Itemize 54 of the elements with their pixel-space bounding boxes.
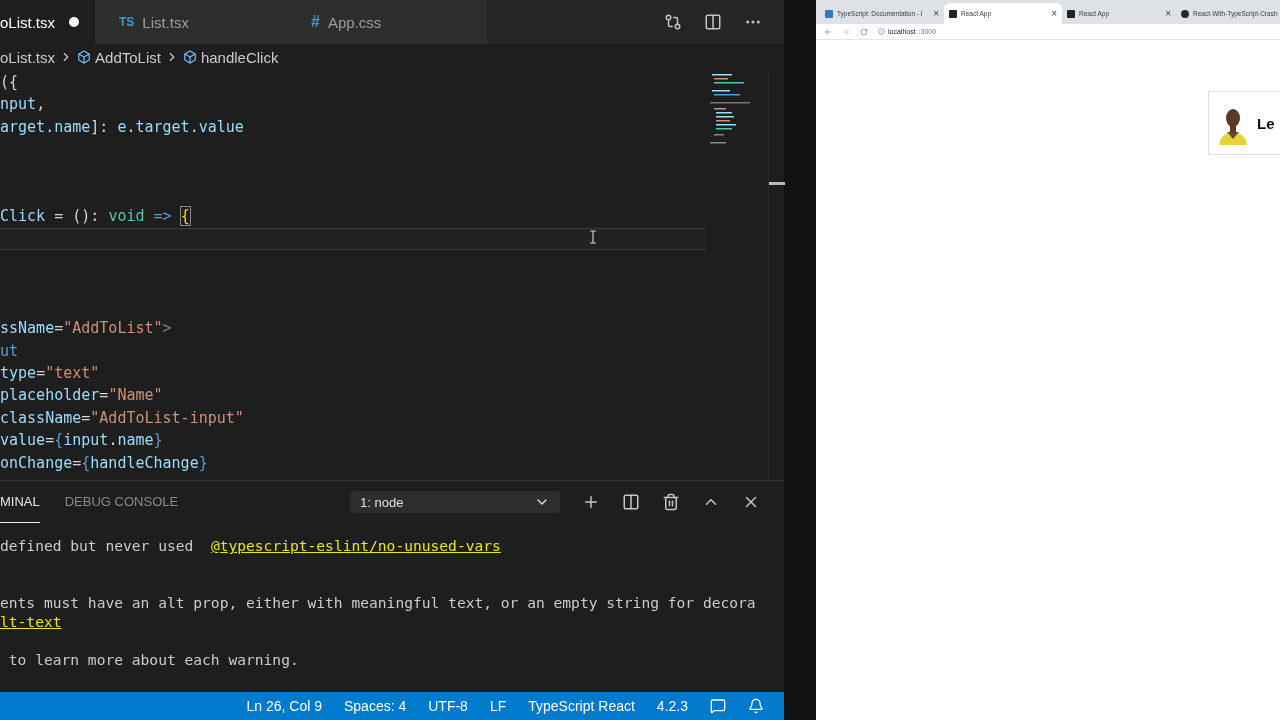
- feedback-icon[interactable]: [710, 698, 726, 714]
- code-line: ({: [0, 72, 20, 93]
- breadcrumb[interactable]: AddToList: [95, 48, 161, 66]
- code-line: placeholder="Name": [0, 385, 164, 407]
- text-cursor-icon: [589, 230, 597, 244]
- split-editor-icon[interactable]: [704, 13, 722, 31]
- split-terminal-icon[interactable]: [622, 493, 640, 511]
- info-icon: [878, 28, 885, 35]
- breadcrumb[interactable]: oList.tsx: [0, 48, 56, 66]
- bell-icon[interactable]: [748, 698, 764, 714]
- cube-icon: [77, 50, 92, 64]
- favicon-icon: [825, 9, 833, 18]
- rule-link[interactable]: lt-text: [0, 613, 62, 630]
- reload-icon[interactable]: [860, 27, 868, 36]
- scrollbar-thumb[interactable]: [769, 182, 785, 185]
- status-item[interactable]: TypeScript React: [528, 698, 635, 714]
- favicon-icon: [949, 9, 957, 18]
- code-line: Click = (): void => {: [0, 206, 191, 228]
- editor-tab[interactable]: oList.tsx: [0, 0, 95, 44]
- code-line: ut: [0, 340, 20, 362]
- favicon-icon: [1181, 9, 1189, 18]
- code-line: arget.name]: e.target.value: [0, 116, 245, 138]
- terminal-text: defined but never used: [0, 537, 195, 554]
- file-type-icon: TS: [119, 15, 135, 29]
- code-line: value={input.name}: [0, 430, 164, 452]
- panel-tab[interactable]: MINAL: [0, 481, 40, 523]
- terminal-text: to learn more about each warning.: [7, 651, 299, 668]
- rule-link[interactable]: @typescript-eslint/no-unused-vars: [210, 537, 501, 554]
- code-line: nput,: [0, 94, 47, 116]
- terminal-select[interactable]: 1: node: [350, 491, 560, 513]
- tab-close-button[interactable]: ×: [933, 8, 939, 19]
- favicon-icon: [1067, 9, 1075, 18]
- tab-close-button[interactable]: ×: [1051, 8, 1057, 19]
- code-line: type="text": [0, 363, 101, 385]
- tab-close-button[interactable]: ×: [1165, 8, 1171, 19]
- terminal-text: ents must have an alt prop, either with meaningful text, or an empty string for decora: [0, 594, 756, 611]
- code-line: onChange={handleChange}: [0, 452, 209, 474]
- status-item[interactable]: Spaces: 4: [343, 698, 407, 714]
- person-name: Le: [1257, 114, 1275, 132]
- status-item[interactable]: UTF-8: [428, 698, 468, 714]
- editor-tab[interactable]: TS List.tsx: [95, 0, 287, 44]
- status-item[interactable]: Ln 26, Col 9: [246, 698, 322, 714]
- trash-icon[interactable]: [662, 493, 680, 511]
- code-line: ssName="AddToList">: [0, 318, 173, 340]
- breadcrumb[interactable]: handleClick: [200, 48, 279, 66]
- code-line: className="AddToList-input": [0, 407, 245, 429]
- panel-tab[interactable]: DEBUG CONSOLE: [64, 481, 179, 523]
- plus-icon[interactable]: [582, 493, 600, 511]
- editor-tab[interactable]: # App.css: [287, 0, 487, 44]
- cube-icon: [182, 50, 197, 64]
- status-item[interactable]: 4.2.3: [656, 698, 688, 714]
- compare-icon[interactable]: [664, 13, 682, 31]
- status-item[interactable]: LF: [489, 698, 507, 714]
- file-type-icon: #: [311, 13, 320, 31]
